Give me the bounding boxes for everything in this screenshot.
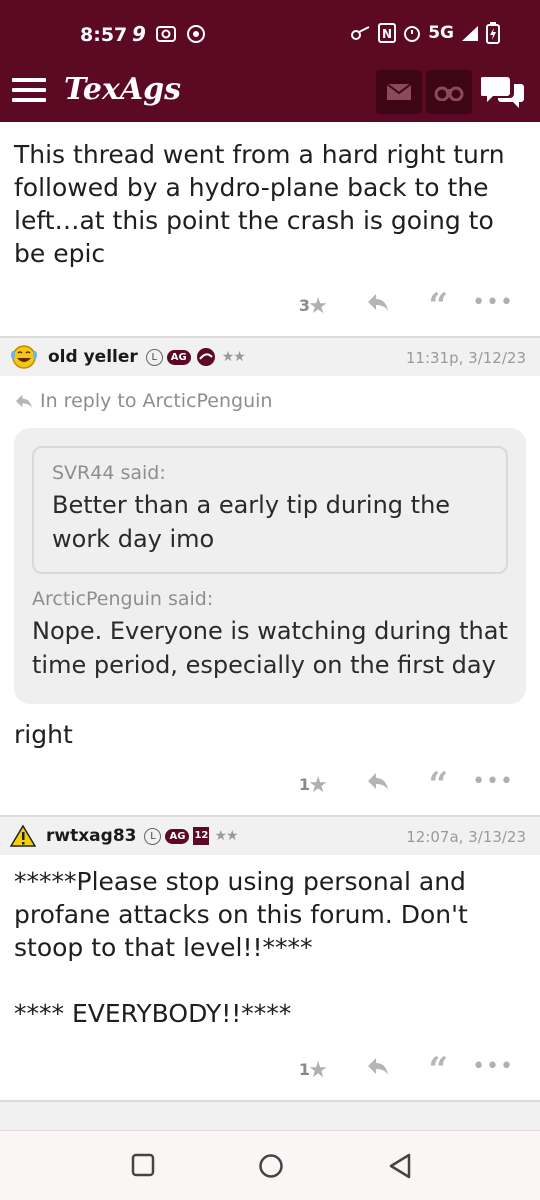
in-reply-text: In reply to ArcticPenguin bbox=[40, 390, 273, 412]
quote-icon[interactable]: “ bbox=[428, 765, 448, 805]
ag-badge: AG bbox=[165, 828, 190, 844]
more-dots-icon[interactable]: ••• bbox=[472, 769, 514, 794]
recents-button[interactable] bbox=[131, 1153, 155, 1181]
quote-text: Nope. Everyone is watching during that t… bbox=[32, 617, 508, 679]
quote-icon[interactable]: “ bbox=[428, 286, 448, 326]
back-button[interactable] bbox=[388, 1153, 412, 1183]
post-body: right bbox=[14, 720, 73, 749]
chrome-icon bbox=[186, 25, 205, 43]
laughing-emoji-avatar-icon[interactable] bbox=[10, 344, 38, 370]
circle-icon bbox=[259, 1154, 283, 1178]
triangle-back-icon bbox=[389, 1153, 411, 1179]
post: This thread went from a hard right turn … bbox=[0, 122, 540, 336]
watch-button[interactable] bbox=[426, 70, 472, 114]
status-bar: 8:57 9 N 5G bbox=[0, 0, 540, 62]
quote-author: ArcticPenguin said: bbox=[32, 588, 214, 610]
rating-stars: ★★ bbox=[214, 828, 238, 844]
star-icon[interactable]: ★ bbox=[308, 1058, 328, 1083]
nfc-icon: N bbox=[378, 23, 397, 43]
hamburger-icon[interactable] bbox=[12, 78, 46, 106]
more-dots-icon[interactable]: ••• bbox=[472, 1054, 514, 1079]
post: old yeller L AG ★★ 11:31p, 3/12/23 In re… bbox=[0, 336, 540, 815]
lifetime-badge: L bbox=[145, 348, 163, 366]
chat-button[interactable] bbox=[480, 72, 526, 112]
post-header: old yeller L AG ★★ 11:31p, 3/12/23 bbox=[0, 336, 540, 376]
quote-author: SVR44 said: bbox=[52, 462, 166, 484]
post-actions: 1 ★ “ ••• bbox=[0, 1044, 540, 1100]
messages-button[interactable] bbox=[376, 70, 422, 114]
post-timestamp: 11:31p, 3/12/23 bbox=[405, 349, 526, 367]
home-button[interactable] bbox=[258, 1153, 284, 1183]
app-header: TexAgs bbox=[0, 62, 540, 122]
chat-bubbles-icon bbox=[481, 77, 524, 108]
thread-feed[interactable]: This thread went from a hard right turn … bbox=[0, 122, 540, 1130]
rating-stars: ★★ bbox=[221, 349, 246, 365]
lifetime-badge: L bbox=[144, 827, 162, 845]
binoculars-icon bbox=[434, 86, 464, 101]
quote-icon[interactable]: “ bbox=[428, 1050, 448, 1090]
reply-arrow-icon bbox=[16, 394, 32, 409]
status-time: 8:57 bbox=[80, 24, 128, 46]
username[interactable]: rwtxag83 bbox=[46, 826, 136, 846]
post-actions: 3 ★ “ ••• bbox=[0, 280, 540, 336]
square-icon bbox=[131, 1153, 155, 1177]
nested-quote: SVR44 said: Better than a early tip duri… bbox=[32, 446, 508, 574]
svg-text:N: N bbox=[382, 27, 392, 41]
post-body: This thread went from a hard right turn … bbox=[14, 140, 505, 268]
ag-badge: AG bbox=[166, 349, 191, 365]
network-type: 5G bbox=[428, 23, 454, 43]
post: rwtxag83 L AG 12 ★★ 12:07a, 3/13/23 ****… bbox=[0, 815, 540, 1130]
post-timestamp: 12:07a, 3/13/23 bbox=[406, 828, 526, 846]
star-icon[interactable]: ★ bbox=[308, 294, 328, 319]
reply-arrow-icon[interactable] bbox=[366, 771, 390, 795]
in-reply-link[interactable]: In reply to ArcticPenguin bbox=[14, 390, 526, 412]
reply-arrow-icon[interactable] bbox=[366, 292, 390, 316]
post-actions: 1 ★ “ ••• bbox=[0, 759, 540, 815]
system-navigation-bar bbox=[0, 1130, 540, 1200]
next-post-header bbox=[0, 1100, 540, 1130]
warning-avatar-icon[interactable] bbox=[10, 824, 36, 848]
quote-text: Better than a early tip during the work … bbox=[52, 491, 451, 553]
texags-logo[interactable]: TexAgs bbox=[64, 72, 181, 107]
battery-icon bbox=[486, 22, 500, 44]
more-dots-icon[interactable]: ••• bbox=[472, 290, 514, 315]
post-body-paragraph: *****Please stop using personal and prof… bbox=[14, 867, 468, 962]
status-system-icons: N 5G bbox=[350, 22, 500, 44]
alarm-icon bbox=[404, 26, 421, 42]
post-body-paragraph: **** EVERYBODY!!**** bbox=[14, 999, 292, 1028]
quote-block: SVR44 said: Better than a early tip duri… bbox=[14, 428, 526, 704]
star-icon[interactable]: ★ bbox=[308, 773, 328, 798]
username[interactable]: old yeller bbox=[48, 347, 138, 367]
nine-app-icon: 9 bbox=[132, 22, 146, 46]
signal-icon bbox=[462, 26, 478, 41]
twelfth-man-badge: 12 bbox=[193, 827, 210, 845]
reply-arrow-icon[interactable] bbox=[366, 1056, 390, 1080]
camera-notification-icon bbox=[155, 26, 176, 42]
post-header: rwtxag83 L AG 12 ★★ 12:07a, 3/13/23 bbox=[0, 815, 540, 855]
status-notification-icons: 9 bbox=[132, 22, 206, 46]
envelope-icon bbox=[386, 83, 412, 100]
key-icon bbox=[351, 26, 370, 40]
mascot-badge-icon bbox=[196, 348, 215, 366]
